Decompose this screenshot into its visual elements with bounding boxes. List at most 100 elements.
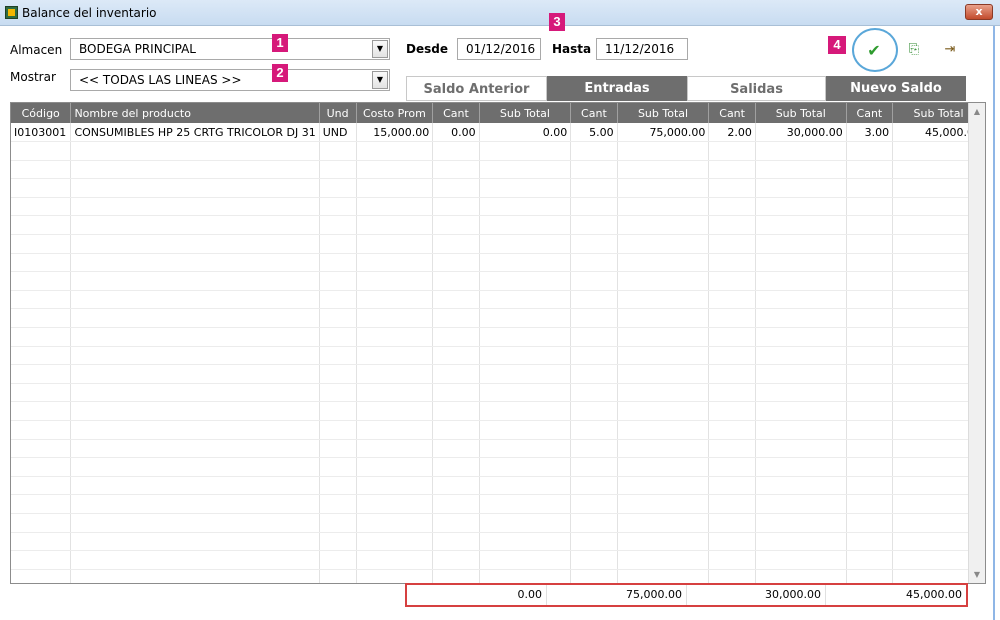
empty-cell <box>432 346 480 366</box>
col-und[interactable]: Und <box>319 103 357 123</box>
empty-row[interactable] <box>11 327 985 347</box>
empty-row[interactable] <box>11 253 985 273</box>
empty-row[interactable] <box>11 346 985 366</box>
empty-row[interactable] <box>11 550 985 570</box>
empty-cell <box>319 532 357 552</box>
empty-cell <box>846 160 894 180</box>
col-nombre[interactable]: Nombre del producto <box>70 103 320 123</box>
empty-row[interactable] <box>11 569 985 583</box>
empty-cell <box>708 364 756 384</box>
empty-cell <box>479 290 572 310</box>
empty-cell <box>479 234 572 254</box>
empty-cell <box>356 290 434 310</box>
empty-cell <box>70 420 320 440</box>
col-subtotal-entradas[interactable]: Sub Total <box>617 103 710 123</box>
close-button[interactable]: x <box>965 4 993 20</box>
col-cant-salidas[interactable]: Cant <box>708 103 756 123</box>
scroll-up-icon[interactable]: ▲ <box>969 103 985 120</box>
col-codigo[interactable]: Código <box>11 103 72 123</box>
empty-cell <box>570 383 618 403</box>
empty-cell <box>570 346 618 366</box>
empty-cell <box>479 532 572 552</box>
empty-cell <box>617 271 710 291</box>
empty-cell <box>432 569 480 583</box>
empty-cell <box>617 327 710 347</box>
cell-subtotal-entradas: 75,000.00 <box>617 123 710 143</box>
empty-row[interactable] <box>11 420 985 440</box>
empty-cell <box>70 160 320 180</box>
empty-cell <box>479 364 572 384</box>
empty-row[interactable] <box>11 308 985 329</box>
empty-row[interactable] <box>11 234 985 254</box>
empty-cell <box>70 215 320 236</box>
col-cant-anterior[interactable]: Cant <box>432 103 480 123</box>
chevron-down-icon[interactable]: ▼ <box>372 40 388 58</box>
empty-cell <box>570 364 618 384</box>
empty-cell <box>708 439 756 459</box>
inventory-grid[interactable]: Código Nombre del producto Und Costo Pro… <box>10 102 986 584</box>
empty-cell <box>432 308 480 329</box>
empty-cell <box>755 290 847 310</box>
cell-und: UND <box>319 123 357 143</box>
empty-cell <box>755 141 847 161</box>
empty-row[interactable] <box>11 271 985 291</box>
empty-cell <box>432 383 480 403</box>
vertical-scrollbar[interactable]: ▲ ▼ <box>968 103 985 583</box>
col-costo-prom[interactable]: Costo Prom <box>356 103 434 123</box>
almacen-combo[interactable]: BODEGA PRINCIPAL ▼ <box>70 38 390 60</box>
empty-row[interactable] <box>11 215 985 236</box>
empty-cell <box>570 253 618 273</box>
empty-row[interactable] <box>11 532 985 552</box>
empty-cell <box>617 141 710 161</box>
empty-cell <box>319 234 357 254</box>
empty-cell <box>432 253 480 273</box>
check-icon[interactable]: ✔ <box>862 42 886 60</box>
col-cant-nuevo[interactable]: Cant <box>846 103 894 123</box>
empty-cell <box>11 215 72 236</box>
empty-cell <box>432 141 480 161</box>
empty-row[interactable] <box>11 494 985 514</box>
empty-row[interactable] <box>11 401 985 421</box>
empty-cell <box>479 401 572 421</box>
col-cant-entradas[interactable]: Cant <box>570 103 618 123</box>
chevron-down-icon[interactable]: ▼ <box>372 71 388 89</box>
empty-row[interactable] <box>11 513 985 533</box>
empty-cell <box>479 215 572 236</box>
empty-cell <box>319 569 357 583</box>
empty-row[interactable] <box>11 457 985 477</box>
empty-row[interactable] <box>11 476 985 496</box>
empty-row[interactable] <box>11 141 985 161</box>
desde-date-field[interactable]: 01/12/2016 <box>457 38 541 60</box>
export-icon[interactable]: ⎘ <box>905 41 923 59</box>
exit-door-icon[interactable]: ⇥ <box>941 41 959 59</box>
empty-row[interactable] <box>11 439 985 459</box>
empty-cell <box>570 439 618 459</box>
empty-cell <box>617 215 710 236</box>
empty-row[interactable] <box>11 197 985 217</box>
empty-cell <box>570 197 618 217</box>
empty-row[interactable] <box>11 160 985 180</box>
empty-cell <box>11 494 72 514</box>
empty-cell <box>617 439 710 459</box>
col-subtotal-anterior[interactable]: Sub Total <box>479 103 572 123</box>
col-subtotal-salidas[interactable]: Sub Total <box>755 103 847 123</box>
empty-cell <box>479 197 572 217</box>
empty-cell <box>570 160 618 180</box>
mostrar-combo[interactable]: << TODAS LAS LINEAS >> ▼ <box>70 69 390 91</box>
empty-cell <box>708 253 756 273</box>
empty-cell <box>11 290 72 310</box>
empty-cell <box>11 383 72 403</box>
empty-row[interactable] <box>11 290 985 310</box>
empty-row[interactable] <box>11 364 985 384</box>
empty-cell <box>70 476 320 496</box>
empty-cell <box>479 253 572 273</box>
scroll-down-icon[interactable]: ▼ <box>969 566 985 583</box>
empty-row[interactable] <box>11 178 985 198</box>
empty-cell <box>356 327 434 347</box>
empty-row[interactable] <box>11 383 985 403</box>
table-row[interactable]: I0103001 CONSUMIBLES HP 25 CRTG TRICOLOR… <box>11 123 985 143</box>
empty-cell <box>846 364 894 384</box>
title-bar: Balance del inventario x <box>0 0 1000 26</box>
empty-cell <box>356 197 434 217</box>
hasta-date-field[interactable]: 11/12/2016 <box>596 38 688 60</box>
